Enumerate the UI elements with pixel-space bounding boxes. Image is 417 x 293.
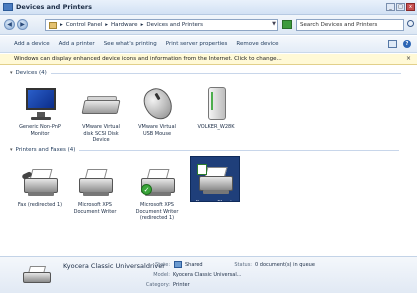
shared-icon (174, 261, 182, 268)
help-icon[interactable]: ? (403, 40, 411, 48)
search-icon[interactable] (407, 20, 414, 27)
computer-tower-icon (196, 86, 236, 122)
change-view-icon[interactable] (388, 40, 397, 48)
close-button[interactable]: x (406, 3, 415, 11)
breadcrumb-devices-and-printers[interactable]: Devices and Printers (146, 22, 203, 28)
devices-and-printers-window: Devices and Printers _ □ x ◀ ▶ ▸ Control… (0, 0, 417, 293)
state-value: Shared (185, 262, 203, 268)
monitor-icon (20, 86, 60, 122)
title-bar: Devices and Printers _ □ x (0, 0, 417, 15)
breadcrumb[interactable]: ▸ Control Panel ▸ Hardware ▸ Devices and… (45, 19, 278, 31)
mouse-icon (137, 83, 178, 125)
printer-icon (75, 164, 115, 200)
model-label: Model: (153, 272, 170, 278)
device-label: VOLKER_W28K (197, 124, 235, 130)
device-label: VMware Virtual USB Mouse (138, 124, 176, 137)
printers-group-header[interactable]: ▾ Printers and Faxes (4) (10, 147, 400, 153)
address-dropdown-icon[interactable]: ▼ (272, 21, 276, 27)
printer-label: Microsoft XPS Document Writer (73, 202, 117, 215)
devices-group-header[interactable]: ▾ Devices (4) (10, 70, 401, 76)
devices-printers-app-icon (3, 3, 13, 11)
category-label: Category: (145, 282, 170, 288)
fax-icon (20, 164, 60, 200)
printer-label: Kyocera Classic Universaldriver (195, 200, 235, 213)
printer-label: Fax (redirected 1) (17, 202, 63, 208)
device-list: ▾ Devices (4) Generic Non-PnP Monitor VM… (0, 66, 417, 256)
forward-button[interactable]: ▶ (17, 19, 28, 30)
command-bar: Add a device Add a printer See what's pr… (0, 36, 417, 53)
device-item-mouse[interactable]: VMware Virtual USB Mouse (133, 83, 181, 137)
device-label: Generic Non-PnP Monitor (19, 124, 61, 137)
add-device-button[interactable]: Add a device (14, 41, 50, 47)
search-input[interactable]: Search Devices and Printers (296, 19, 404, 31)
refresh-icon[interactable] (282, 20, 292, 29)
address-bar: ◀ ▶ ▸ Control Panel ▸ Hardware ▸ Devices… (0, 15, 417, 35)
details-pane: Kyocera Classic Universaldriver State: S… (0, 256, 417, 293)
printer-icon (22, 264, 52, 288)
default-check-icon: ✓ (141, 184, 152, 195)
print-server-properties-button[interactable]: Print server properties (166, 41, 228, 47)
window-controls: _ □ x (386, 3, 415, 11)
info-bar[interactable]: Windows can display enhanced device icon… (0, 54, 417, 65)
device-item-monitor[interactable]: Generic Non-PnP Monitor (16, 84, 64, 137)
device-item-computer[interactable]: VOLKER_W28K (192, 84, 240, 131)
add-printer-button[interactable]: Add a printer (59, 41, 95, 47)
device-label: VMware Virtual disk SCSI Disk Device (82, 124, 120, 143)
state-label: State: (155, 262, 170, 268)
device-item-disk[interactable]: VMware Virtual disk SCSI Disk Device (77, 84, 125, 144)
control-panel-icon (49, 21, 57, 29)
printer-icon (195, 162, 235, 198)
back-button[interactable]: ◀ (4, 19, 15, 30)
disk-drive-icon (81, 86, 121, 122)
printer-item-xps[interactable]: Microsoft XPS Document Writer (71, 162, 119, 215)
default-printer-icon: ✓ (137, 164, 177, 200)
status-label: Status: (234, 262, 252, 268)
printer-label: Microsoft XPS Document Writer (redirecte… (135, 202, 179, 221)
shared-document-icon (197, 164, 207, 175)
see-whats-printing-button[interactable]: See what's printing (104, 41, 157, 47)
collapse-arrow-icon[interactable]: ▾ (10, 70, 13, 76)
info-bar-close-icon[interactable]: × (406, 55, 411, 62)
printer-item-fax[interactable]: Fax (redirected 1) (16, 162, 64, 209)
remove-device-button[interactable]: Remove device (236, 41, 278, 47)
breadcrumb-control-panel[interactable]: Control Panel (66, 22, 102, 28)
window-title: Devices and Printers (16, 3, 93, 11)
maximize-button[interactable]: □ (396, 3, 405, 11)
breadcrumb-hardware[interactable]: Hardware (111, 22, 138, 28)
info-bar-text: Windows can display enhanced device icon… (14, 56, 282, 62)
status-value: 0 document(s) in queue (255, 262, 315, 268)
category-value: Printer (173, 282, 190, 288)
minimize-button[interactable]: _ (386, 3, 395, 11)
printer-item-xps-redirected[interactable]: ✓ Microsoft XPS Document Writer (redirec… (133, 162, 181, 222)
model-value: Kyocera Classic Universal... (173, 272, 242, 278)
collapse-arrow-icon[interactable]: ▾ (10, 147, 13, 153)
printer-item-kyocera[interactable]: Kyocera Classic Universaldriver (190, 156, 240, 213)
